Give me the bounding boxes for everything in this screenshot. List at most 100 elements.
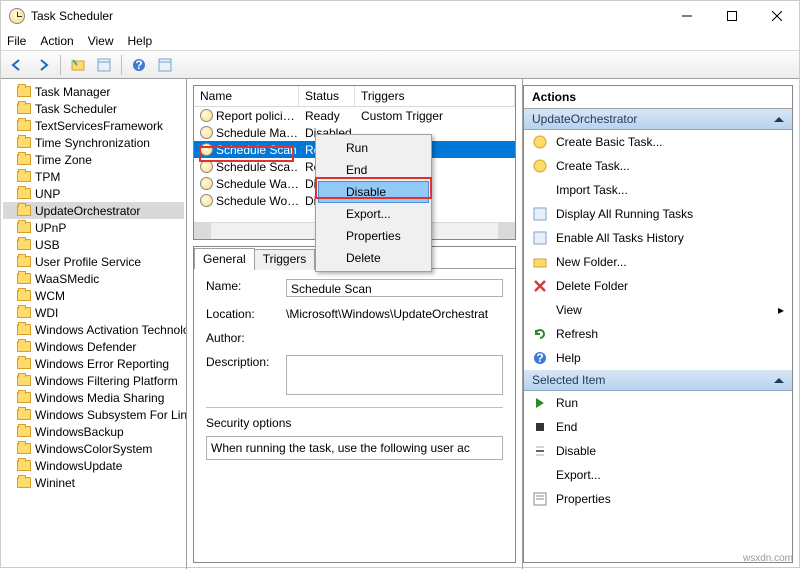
author-label: Author: bbox=[206, 331, 286, 345]
tree-item[interactable]: TextServicesFramework bbox=[3, 117, 184, 134]
action-new-folder-[interactable]: New Folder... bbox=[524, 250, 792, 274]
action-create-task-[interactable]: Create Task... bbox=[524, 154, 792, 178]
action-import-task-[interactable]: Import Task... bbox=[524, 178, 792, 202]
ctx-properties[interactable]: Properties bbox=[318, 225, 429, 247]
tree-item[interactable]: WindowsBackup bbox=[3, 423, 184, 440]
actions-group-1[interactable]: UpdateOrchestrator bbox=[524, 109, 792, 130]
action-properties[interactable]: Properties bbox=[524, 487, 792, 511]
actions-group-2[interactable]: Selected Item bbox=[524, 370, 792, 391]
task-row[interactable]: Report polici…ReadyCustom Trigger bbox=[194, 107, 515, 124]
help-button[interactable]: ? bbox=[127, 54, 151, 76]
action-create-basic-task-[interactable]: Create Basic Task... bbox=[524, 130, 792, 154]
menu-help[interactable]: Help bbox=[128, 34, 153, 48]
folder-icon bbox=[17, 392, 31, 403]
tree-item[interactable]: Windows Defender bbox=[3, 338, 184, 355]
folder-icon bbox=[17, 188, 31, 199]
collapse-icon bbox=[774, 117, 784, 122]
tree-item[interactable]: USB bbox=[3, 236, 184, 253]
col-status[interactable]: Status bbox=[299, 86, 355, 106]
folder-icon bbox=[17, 171, 31, 182]
location-value: \Microsoft\Windows\UpdateOrchestrat bbox=[286, 307, 503, 321]
action-icon bbox=[532, 491, 548, 507]
tree-item[interactable]: Task Manager bbox=[3, 83, 184, 100]
menu-view[interactable]: View bbox=[88, 34, 114, 48]
minimize-button[interactable] bbox=[664, 1, 709, 31]
tab-general[interactable]: General bbox=[194, 248, 255, 269]
menu-file[interactable]: File bbox=[7, 34, 26, 48]
actions-pane: Actions UpdateOrchestrator Create Basic … bbox=[523, 85, 793, 563]
tree-item[interactable]: WCM bbox=[3, 287, 184, 304]
tree-item[interactable]: UNP bbox=[3, 185, 184, 202]
folder-icon bbox=[17, 86, 31, 97]
tree-item[interactable]: WindowsColorSystem bbox=[3, 440, 184, 457]
tree-item[interactable]: WindowsUpdate bbox=[3, 457, 184, 474]
window-title: Task Scheduler bbox=[31, 9, 664, 23]
folder-icon bbox=[17, 222, 31, 233]
toolbar-btn-1[interactable] bbox=[66, 54, 90, 76]
action-disable[interactable]: Disable bbox=[524, 439, 792, 463]
ctx-export[interactable]: Export... bbox=[318, 203, 429, 225]
action-icon bbox=[532, 467, 548, 483]
tree-pane[interactable]: Task ManagerTask SchedulerTextServicesFr… bbox=[1, 79, 187, 569]
name-field[interactable]: Schedule Scan bbox=[286, 279, 503, 297]
folder-icon bbox=[17, 273, 31, 284]
tree-item[interactable]: Windows Subsystem For Linux bbox=[3, 406, 184, 423]
action-end[interactable]: End bbox=[524, 415, 792, 439]
app-icon bbox=[9, 8, 25, 24]
action-icon: ? bbox=[532, 350, 548, 366]
action-help[interactable]: ?Help bbox=[524, 346, 792, 370]
folder-icon bbox=[17, 154, 31, 165]
action-display-all-running-tasks[interactable]: Display All Running Tasks bbox=[524, 202, 792, 226]
details-panel: General Triggers A Name: Schedule Scan L… bbox=[193, 246, 516, 563]
tree-item[interactable]: UPnP bbox=[3, 219, 184, 236]
svg-text:?: ? bbox=[135, 58, 142, 72]
folder-icon bbox=[17, 341, 31, 352]
forward-button[interactable] bbox=[31, 54, 55, 76]
action-icon bbox=[532, 395, 548, 411]
watermark: wsxdn.com bbox=[743, 553, 793, 564]
col-name[interactable]: Name bbox=[194, 86, 299, 106]
tree-item[interactable]: WDI bbox=[3, 304, 184, 321]
task-icon bbox=[200, 177, 213, 190]
tree-item[interactable]: Wininet bbox=[3, 474, 184, 491]
tree-item[interactable]: User Profile Service bbox=[3, 253, 184, 270]
tree-item[interactable]: WaaSMedic bbox=[3, 270, 184, 287]
tree-item[interactable]: Time Synchronization bbox=[3, 134, 184, 151]
ctx-disable[interactable]: Disable bbox=[318, 181, 429, 203]
action-delete-folder[interactable]: Delete Folder bbox=[524, 274, 792, 298]
action-export-[interactable]: Export... bbox=[524, 463, 792, 487]
action-enable-all-tasks-history[interactable]: Enable All Tasks History bbox=[524, 226, 792, 250]
description-field[interactable] bbox=[286, 355, 503, 395]
action-refresh[interactable]: Refresh bbox=[524, 322, 792, 346]
toolbar-btn-2[interactable] bbox=[92, 54, 116, 76]
task-icon bbox=[200, 126, 213, 139]
tree-item[interactable]: Windows Error Reporting bbox=[3, 355, 184, 372]
ctx-delete[interactable]: Delete bbox=[318, 247, 429, 269]
tree-item[interactable]: UpdateOrchestrator bbox=[3, 202, 184, 219]
tree-item[interactable]: Time Zone bbox=[3, 151, 184, 168]
tree-item[interactable]: TPM bbox=[3, 168, 184, 185]
toolbar: ? bbox=[1, 51, 799, 79]
menu-action[interactable]: Action bbox=[40, 34, 73, 48]
toolbar-btn-3[interactable] bbox=[153, 54, 177, 76]
folder-icon bbox=[17, 205, 31, 216]
tree-item[interactable]: Windows Activation Technologies bbox=[3, 321, 184, 338]
col-triggers[interactable]: Triggers bbox=[355, 86, 515, 106]
actions-header: Actions bbox=[524, 86, 792, 109]
ctx-run[interactable]: Run bbox=[318, 137, 429, 159]
ctx-end[interactable]: End bbox=[318, 159, 429, 181]
close-button[interactable] bbox=[754, 1, 799, 31]
action-view[interactable]: View▸ bbox=[524, 298, 792, 322]
tree-item[interactable]: Windows Media Sharing bbox=[3, 389, 184, 406]
tree-item[interactable]: Task Scheduler bbox=[3, 100, 184, 117]
action-icon bbox=[532, 230, 548, 246]
action-icon bbox=[532, 278, 548, 294]
back-button[interactable] bbox=[5, 54, 29, 76]
tree-item[interactable]: Windows Filtering Platform bbox=[3, 372, 184, 389]
maximize-button[interactable] bbox=[709, 1, 754, 31]
action-icon bbox=[532, 326, 548, 342]
action-run[interactable]: Run bbox=[524, 391, 792, 415]
location-label: Location: bbox=[206, 307, 286, 321]
folder-icon bbox=[17, 358, 31, 369]
tab-triggers[interactable]: Triggers bbox=[254, 249, 316, 270]
